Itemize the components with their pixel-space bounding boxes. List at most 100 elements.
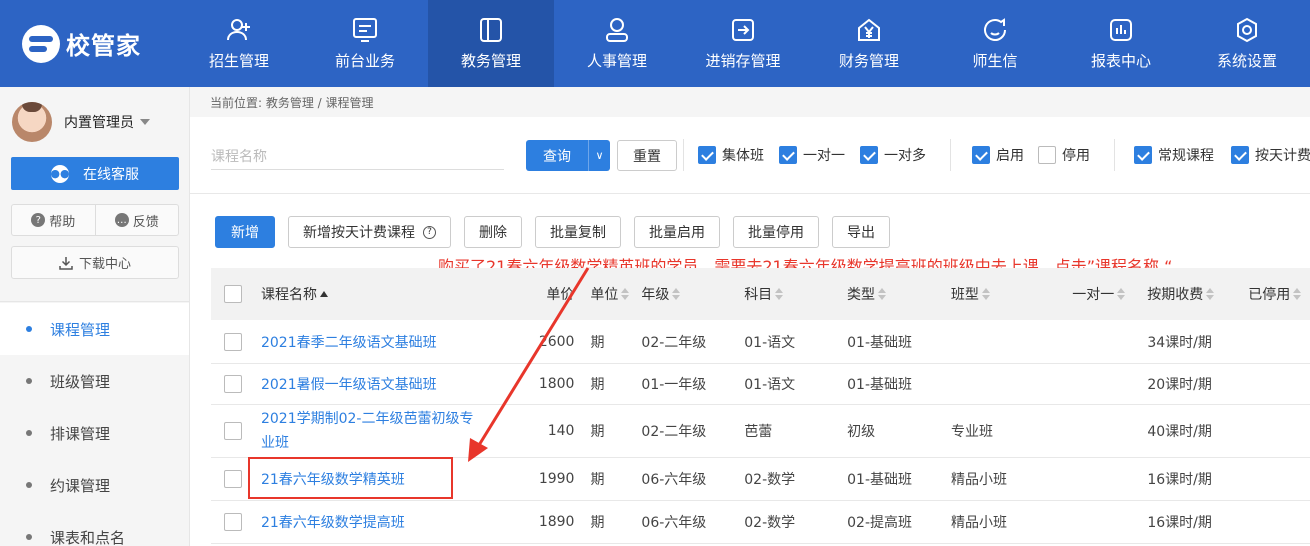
add-button[interactable]: 新增 — [215, 216, 275, 248]
divider — [1114, 139, 1115, 171]
settings-icon — [1233, 16, 1261, 44]
checkbox-one-to-many[interactable]: 一对多 — [860, 145, 926, 165]
column-header-stopped[interactable]: 已停用 — [1240, 284, 1310, 304]
row-select-cell — [211, 422, 261, 440]
user-add-icon — [225, 16, 253, 44]
export-button[interactable]: 导出 — [832, 216, 890, 248]
brand-logo[interactable]: 校管家 — [0, 0, 176, 87]
header-label: 科目 — [744, 287, 773, 303]
chat-bubble-icon: ●● — [50, 164, 70, 183]
row-checkbox[interactable] — [223, 375, 242, 393]
batch-enable-button[interactable]: 批量启用 — [634, 216, 720, 248]
annotation-arrow — [468, 267, 590, 462]
query-label: 查询 — [543, 148, 571, 165]
sidebar-item-scheduling[interactable]: 排课管理 — [0, 407, 189, 459]
price-cell: 1890 — [538, 514, 575, 530]
download-center-button[interactable]: 下载中心 — [11, 246, 179, 279]
batch-disable-button[interactable]: 批量停用 — [733, 216, 819, 248]
nav-item-inventory[interactable]: 进销存管理 — [680, 0, 806, 87]
column-header-class-type[interactable]: 班型 — [951, 284, 1054, 304]
checkbox-checked-icon[interactable] — [972, 146, 990, 164]
nav-item-enrollment[interactable]: 招生管理 — [176, 0, 302, 87]
column-header-subject[interactable]: 科目 — [744, 284, 847, 304]
nav-item-reports[interactable]: 报表中心 — [1058, 0, 1184, 87]
add-daily-billing-course-button[interactable]: 新增按天计费课程 ? — [288, 216, 451, 248]
checkbox-enabled[interactable]: 启用 — [972, 145, 1024, 165]
column-header-fee[interactable]: 按期收费 — [1125, 284, 1240, 304]
nav-label: 教务管理 — [460, 52, 521, 70]
subject-cell: 02-数学 — [744, 515, 796, 531]
checkbox-checked-icon[interactable] — [860, 146, 878, 164]
grade-cell: 01-一年级 — [641, 377, 707, 393]
checkbox-unchecked-icon[interactable] — [1038, 146, 1056, 164]
unit-cell: 期 — [590, 515, 605, 531]
fee-cell: 16课时/期 — [1147, 515, 1212, 531]
course-table: 课程名称 单价 单位 年级 科目 类型 班型 一对一 按期收费 已停用 2021… — [211, 268, 1310, 544]
nav-label: 进销存管理 — [705, 52, 781, 70]
checkbox-group-class[interactable]: 集体班 — [698, 145, 764, 165]
select-all-checkbox[interactable] — [223, 285, 242, 303]
checkbox-disabled[interactable]: 停用 — [1038, 145, 1090, 165]
question-icon[interactable]: ? — [423, 225, 436, 239]
nav-item-frontdesk[interactable]: 前台业务 — [302, 0, 428, 87]
online-service-button[interactable]: ●● 在线客服 — [11, 157, 179, 190]
sort-icon — [878, 288, 887, 300]
checkbox-checked-icon[interactable] — [698, 146, 716, 164]
checkbox-daily-billing[interactable]: 按天计费 — [1231, 145, 1310, 165]
reset-button[interactable]: 重置 — [617, 140, 677, 171]
feedback-button[interactable]: … 反馈 — [94, 205, 179, 235]
nav-item-finance[interactable]: 财务管理 — [806, 0, 932, 87]
course-name-link[interactable]: 21春六年级数学提高班 — [261, 512, 405, 532]
chat-icon — [981, 16, 1009, 44]
query-button[interactable]: 查询 ∨ — [526, 140, 610, 171]
app-root: 校管家 招生管理 前台业务 教务管理 人事管理 进销存管理 财务管理 师生信 报… — [0, 0, 1310, 546]
inventory-icon — [729, 16, 757, 44]
checkbox-regular-course[interactable]: 常规课程 — [1134, 145, 1214, 165]
help-button[interactable]: ? 帮助 — [12, 205, 95, 235]
row-checkbox[interactable] — [223, 332, 242, 351]
price-cell: 1990 — [538, 471, 575, 487]
checkbox-label: 一对一 — [803, 148, 845, 164]
column-header-type[interactable]: 类型 — [847, 284, 951, 304]
nav-item-academic[interactable]: 教务管理 — [428, 0, 554, 87]
fee-cell: 34课时/期 — [1147, 334, 1212, 351]
course-name-link[interactable]: 2021春季二年级语文基础班 — [261, 332, 437, 352]
course-name-search-input[interactable] — [211, 142, 504, 170]
chart-icon — [1107, 16, 1135, 44]
type-cell: 01-基础班 — [847, 472, 912, 488]
nav-label: 系统设置 — [1216, 52, 1277, 70]
sidebar-item-course-management[interactable]: 课程管理 — [0, 303, 189, 355]
course-name-link[interactable]: 2021暑假一年级语文基础班 — [261, 374, 437, 394]
header-label: 年级 — [641, 287, 670, 303]
chevron-down-double-icon[interactable]: ∨ — [588, 140, 610, 171]
checkbox-checked-icon[interactable] — [1231, 146, 1249, 164]
course-name-link[interactable]: 21春六年级数学精英班 — [261, 469, 405, 489]
checkbox-checked-icon[interactable] — [1134, 146, 1152, 164]
column-header-grade[interactable]: 年级 — [641, 284, 744, 304]
nav-item-messaging[interactable]: 师生信 — [932, 0, 1058, 87]
checkbox-label: 一对多 — [884, 148, 926, 164]
sidebar-item-class-management[interactable]: 班级管理 — [0, 355, 189, 407]
column-header-one-on-one[interactable]: 一对一 — [1054, 284, 1126, 304]
sidebar-item-booking[interactable]: 约课管理 — [0, 459, 189, 511]
row-checkbox[interactable] — [223, 470, 242, 488]
help-feedback-group: ? 帮助 … 反馈 — [11, 204, 179, 236]
subject-cell: 01-语文 — [744, 334, 796, 351]
sidebar-divider — [0, 301, 189, 302]
avatar — [12, 102, 52, 142]
delete-button[interactable]: 删除 — [464, 216, 522, 248]
nav-item-settings[interactable]: 系统设置 — [1184, 0, 1310, 87]
batch-copy-button[interactable]: 批量复制 — [535, 216, 621, 248]
checkbox-one-on-one[interactable]: 一对一 — [779, 145, 845, 165]
row-checkbox[interactable] — [223, 513, 242, 531]
checkbox-checked-icon[interactable] — [779, 146, 797, 164]
row-checkbox[interactable] — [223, 422, 242, 440]
header-label: 班型 — [950, 287, 979, 303]
user-menu[interactable]: 内置管理员 — [0, 87, 189, 157]
sidebar-item-timetable[interactable]: 课表和点名 — [0, 511, 189, 546]
nav-item-hr[interactable]: 人事管理 — [554, 0, 680, 87]
course-name-link[interactable]: 2021学期制02-二年级芭蕾初级专业班 — [261, 407, 481, 455]
class-type-cell: 专业班 — [950, 424, 993, 440]
bullet-icon — [26, 430, 32, 436]
filter-bar: 查询 ∨ 重置 集体班 一对一 一对多 启用 — [190, 87, 1310, 194]
